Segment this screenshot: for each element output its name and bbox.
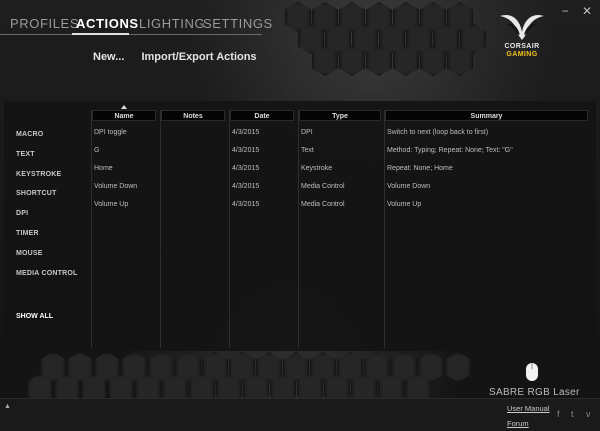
table-cell-type[interactable]: Media Control <box>299 196 381 214</box>
table-cell-date[interactable]: 4/3/2015 <box>230 178 294 196</box>
table-cell-name[interactable]: Home <box>92 160 156 178</box>
top-nav: PROFILES ACTIONS LIGHTING SETTINGS <box>0 16 272 36</box>
column-notes: Notes <box>160 110 225 348</box>
table-cell-date[interactable]: 4/3/2015 <box>230 142 294 160</box>
logo-text-corsair: CORSAIR <box>504 43 540 50</box>
expand-arrow-icon[interactable]: ▲ <box>4 403 11 410</box>
table-cell-notes[interactable] <box>161 124 225 142</box>
device-name: SABRE RGB Laser <box>489 387 580 398</box>
logo-text-gaming: GAMING <box>506 51 538 58</box>
sidebar-item-dpi[interactable]: DPI <box>16 204 94 224</box>
table-cell-summary[interactable]: Repeat: None; Home <box>385 160 588 178</box>
table-cell-summary[interactable]: Volume Down <box>385 178 588 196</box>
footer-bar: ▲ User Manual Forum f t v <box>0 398 600 431</box>
table-cell-type[interactable]: DPI <box>299 124 381 142</box>
tab-lighting[interactable]: LIGHTING <box>139 16 205 31</box>
twitter-icon[interactable]: t <box>571 409 574 419</box>
mouse-icon[interactable] <box>525 362 539 382</box>
sidebar-item-shortcut[interactable]: SHORTCUT <box>16 184 94 204</box>
table-cell-notes[interactable] <box>161 142 225 160</box>
minimize-button[interactable]: − <box>562 4 569 18</box>
column-date: Date 4/3/2015 4/3/2015 4/3/2015 4/3/2015 4/3… <box>229 110 294 348</box>
table-cell-summary[interactable]: Volume Up <box>385 196 588 214</box>
vimeo-icon[interactable]: v <box>586 409 591 419</box>
sidebar-item-timer[interactable]: TIMER <box>16 224 94 244</box>
user-manual-link[interactable]: User Manual <box>507 404 550 413</box>
table-cell-date[interactable]: 4/3/2015 <box>230 160 294 178</box>
table-cell-type[interactable]: Text <box>299 142 381 160</box>
column-header-type[interactable]: Type <box>299 110 381 121</box>
sidebar-item-media-control[interactable]: MEDIA CONTROL <box>16 264 94 284</box>
window-controls: − ✕ <box>552 4 592 18</box>
column-summary: Summary Switch to next (loop back to fir… <box>384 110 588 348</box>
tab-profiles[interactable]: PROFILES <box>10 16 79 31</box>
active-tab-indicator <box>72 33 129 35</box>
new-action-link[interactable]: New... <box>93 51 124 63</box>
forum-link[interactable]: Forum <box>507 419 529 428</box>
close-button[interactable]: ✕ <box>582 4 592 18</box>
nav-divider <box>0 34 262 35</box>
table-cell-name[interactable]: Volume Up <box>92 196 156 214</box>
sidebar-item-macro[interactable]: MACRO <box>16 125 94 145</box>
action-type-sidebar: MACRO TEXT KEYSTROKE SHORTCUT DPI TIMER MOUSE M… <box>16 125 94 283</box>
tab-actions[interactable]: ACTIONS <box>76 16 139 31</box>
corsair-logo: CORSAIR GAMING <box>492 8 552 66</box>
table-cell-type[interactable]: Media Control <box>299 178 381 196</box>
table-cell-type[interactable]: Keystroke <box>299 160 381 178</box>
sidebar-item-mouse[interactable]: MOUSE <box>16 244 94 264</box>
show-all-button[interactable]: SHOW ALL <box>16 313 53 320</box>
sidebar-item-text[interactable]: TEXT <box>16 145 94 165</box>
table-cell-name[interactable]: G <box>92 142 156 160</box>
table-cell-date[interactable]: 4/3/2015 <box>230 124 294 142</box>
tab-settings[interactable]: SETTINGS <box>203 16 273 31</box>
actions-panel: MACRO TEXT KEYSTROKE SHORTCUT DPI TIMER MOUSE M… <box>4 101 596 351</box>
column-header-date[interactable]: Date <box>230 110 294 121</box>
column-type: Type DPI Text Keystroke Media Control Media … <box>298 110 381 348</box>
column-header-summary[interactable]: Summary <box>385 110 588 121</box>
table-cell-notes[interactable] <box>161 196 225 214</box>
table-cell-name[interactable]: DPI toggle <box>92 124 156 142</box>
sidebar-item-keystroke[interactable]: KEYSTROKE <box>16 165 94 185</box>
table-cell-notes[interactable] <box>161 160 225 178</box>
table-cell-summary[interactable]: Switch to next (loop back to first) <box>385 124 588 142</box>
table-cell-summary[interactable]: Method: Typing; Repeat: None; Text: "G" <box>385 142 588 160</box>
actions-subnav: New... Import/Export Actions <box>93 51 271 63</box>
table-cell-name[interactable]: Volume Down <box>92 178 156 196</box>
facebook-icon[interactable]: f <box>557 409 560 419</box>
column-header-notes[interactable]: Notes <box>161 110 225 121</box>
sort-ascending-icon <box>121 105 127 109</box>
corsair-sails-icon <box>500 14 544 40</box>
import-export-link[interactable]: Import/Export Actions <box>141 51 256 63</box>
table-cell-date[interactable]: 4/3/2015 <box>230 196 294 214</box>
column-name: Name DPI toggle G Home Volume Down Volume Up <box>91 110 156 348</box>
table-cell-notes[interactable] <box>161 178 225 196</box>
column-header-name[interactable]: Name <box>92 110 156 121</box>
